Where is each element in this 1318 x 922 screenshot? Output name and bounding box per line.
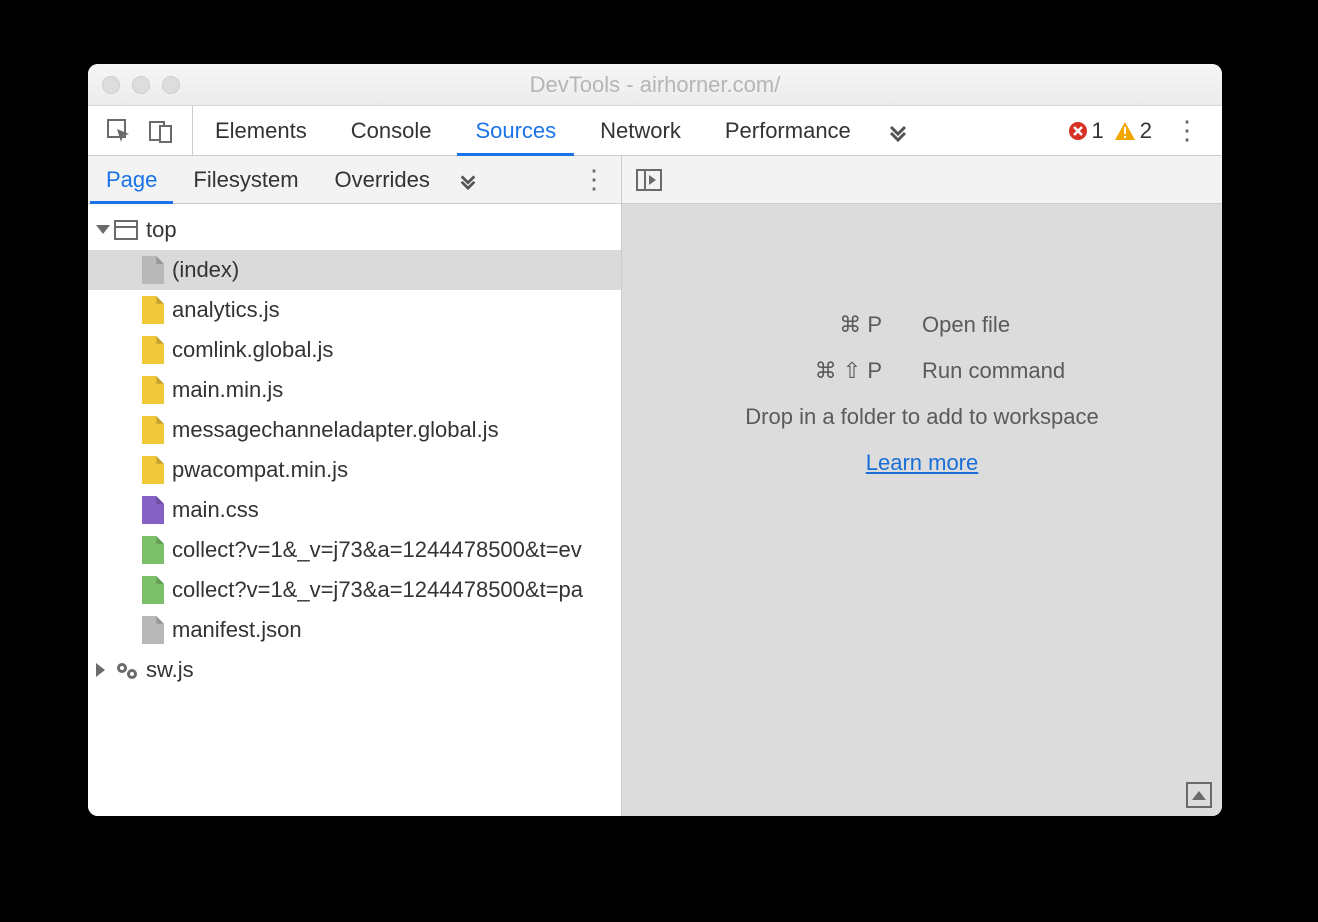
main-tabstrip: Elements Console Sources Network Perform… [88,106,1222,156]
file-icon [142,376,164,404]
device-toolbar-icon[interactable] [148,118,174,144]
warning-icon [1114,121,1136,141]
tree-label: main.min.js [172,377,283,403]
subtab-filesystem[interactable]: Filesystem [175,156,316,203]
tab-sources[interactable]: Sources [453,106,578,155]
settings-menu-icon[interactable]: ⋮ [1162,115,1212,146]
tree-file[interactable]: (index) [88,250,621,290]
file-icon [142,296,164,324]
tree-file[interactable]: analytics.js [88,290,621,330]
shortcut-keys: ⌘ ⇧ P [712,358,882,384]
frame-icon [114,220,138,240]
tree-file[interactable]: collect?v=1&_v=j73&a=1244478500&t=pa [88,570,621,610]
tree-label: sw.js [146,657,194,683]
tree-label: pwacompat.min.js [172,457,348,483]
navigator-pane: Page Filesystem Overrides ⋮ top (index) [88,156,622,816]
show-drawer-icon[interactable] [1186,782,1212,808]
file-icon [142,576,164,604]
tree-file[interactable]: main.min.js [88,370,621,410]
subtab-page[interactable]: Page [88,156,175,203]
twisty-expanded-icon [96,225,110,239]
learn-more-link[interactable]: Learn more [866,450,979,476]
navigator-menu-icon[interactable]: ⋮ [567,164,621,195]
subtab-overrides[interactable]: Overrides [317,156,448,203]
file-icon [142,256,164,284]
subtabs-overflow-icon[interactable] [448,156,488,203]
tab-label: Page [106,167,157,193]
tree-file[interactable]: comlink.global.js [88,330,621,370]
tab-label: Sources [475,118,556,144]
shortcut-label: Run command [922,358,1065,384]
tree-label: analytics.js [172,297,280,323]
twisty-collapsed-icon [96,663,110,677]
tree-label: manifest.json [172,617,302,643]
tree-file[interactable]: collect?v=1&_v=j73&a=1244478500&t=ev [88,530,621,570]
tab-label: Performance [725,118,851,144]
titlebar: DevTools - airhorner.com/ [88,64,1222,106]
toggle-navigator-icon[interactable] [636,168,662,192]
tab-label: Console [351,118,432,144]
error-count[interactable]: 1 [1068,118,1104,144]
shortcut-keys: ⌘ P [712,312,882,338]
error-count-value: 1 [1092,118,1104,144]
tab-label: Elements [215,118,307,144]
tree-label: main.css [172,497,259,523]
tabs-overflow-icon[interactable] [873,106,923,155]
tree-frame-top[interactable]: top [88,210,621,250]
editor-empty-state: ⌘ P Open file ⌘ ⇧ P Run command Drop in … [622,204,1222,816]
devtools-window: DevTools - airhorner.com/ Elements Conso… [88,64,1222,816]
tree-file[interactable]: manifest.json [88,610,621,650]
tab-label: Filesystem [193,167,298,193]
warning-count[interactable]: 2 [1114,118,1152,144]
tab-label: Overrides [335,167,430,193]
tree-label: collect?v=1&_v=j73&a=1244478500&t=ev [172,537,582,563]
gears-icon [114,658,140,682]
shortcut-label: Open file [922,312,1010,338]
file-icon [142,496,164,524]
file-icon [142,456,164,484]
tab-network[interactable]: Network [578,106,703,155]
inspect-element-icon[interactable] [106,118,132,144]
tree-file[interactable]: pwacompat.min.js [88,450,621,490]
tree-label: collect?v=1&_v=j73&a=1244478500&t=pa [172,577,583,603]
file-icon [142,416,164,444]
tab-performance[interactable]: Performance [703,106,873,155]
warning-count-value: 2 [1140,118,1152,144]
drop-hint-text: Drop in a folder to add to workspace [745,404,1098,430]
editor-toolbar [622,156,1222,204]
file-icon [142,616,164,644]
hint-open-file: ⌘ P Open file [712,312,1132,338]
tree-label: (index) [172,257,239,283]
tree-service-worker[interactable]: sw.js [88,650,621,690]
hint-run-command: ⌘ ⇧ P Run command [712,358,1132,384]
tree-file[interactable]: messagechanneladapter.global.js [88,410,621,450]
window-title: DevTools - airhorner.com/ [88,72,1222,98]
file-icon [142,336,164,364]
tree-label: top [146,217,177,243]
tab-elements[interactable]: Elements [193,106,329,155]
error-icon [1068,121,1088,141]
file-icon [142,536,164,564]
editor-pane: ⌘ P Open file ⌘ ⇧ P Run command Drop in … [622,156,1222,816]
tab-label: Network [600,118,681,144]
tree-label: comlink.global.js [172,337,333,363]
tree-file[interactable]: main.css [88,490,621,530]
file-tree: top (index) analytics.js comlink.global.… [88,204,621,816]
tree-label: messagechanneladapter.global.js [172,417,499,443]
navigator-tabstrip: Page Filesystem Overrides ⋮ [88,156,621,204]
tab-console[interactable]: Console [329,106,454,155]
